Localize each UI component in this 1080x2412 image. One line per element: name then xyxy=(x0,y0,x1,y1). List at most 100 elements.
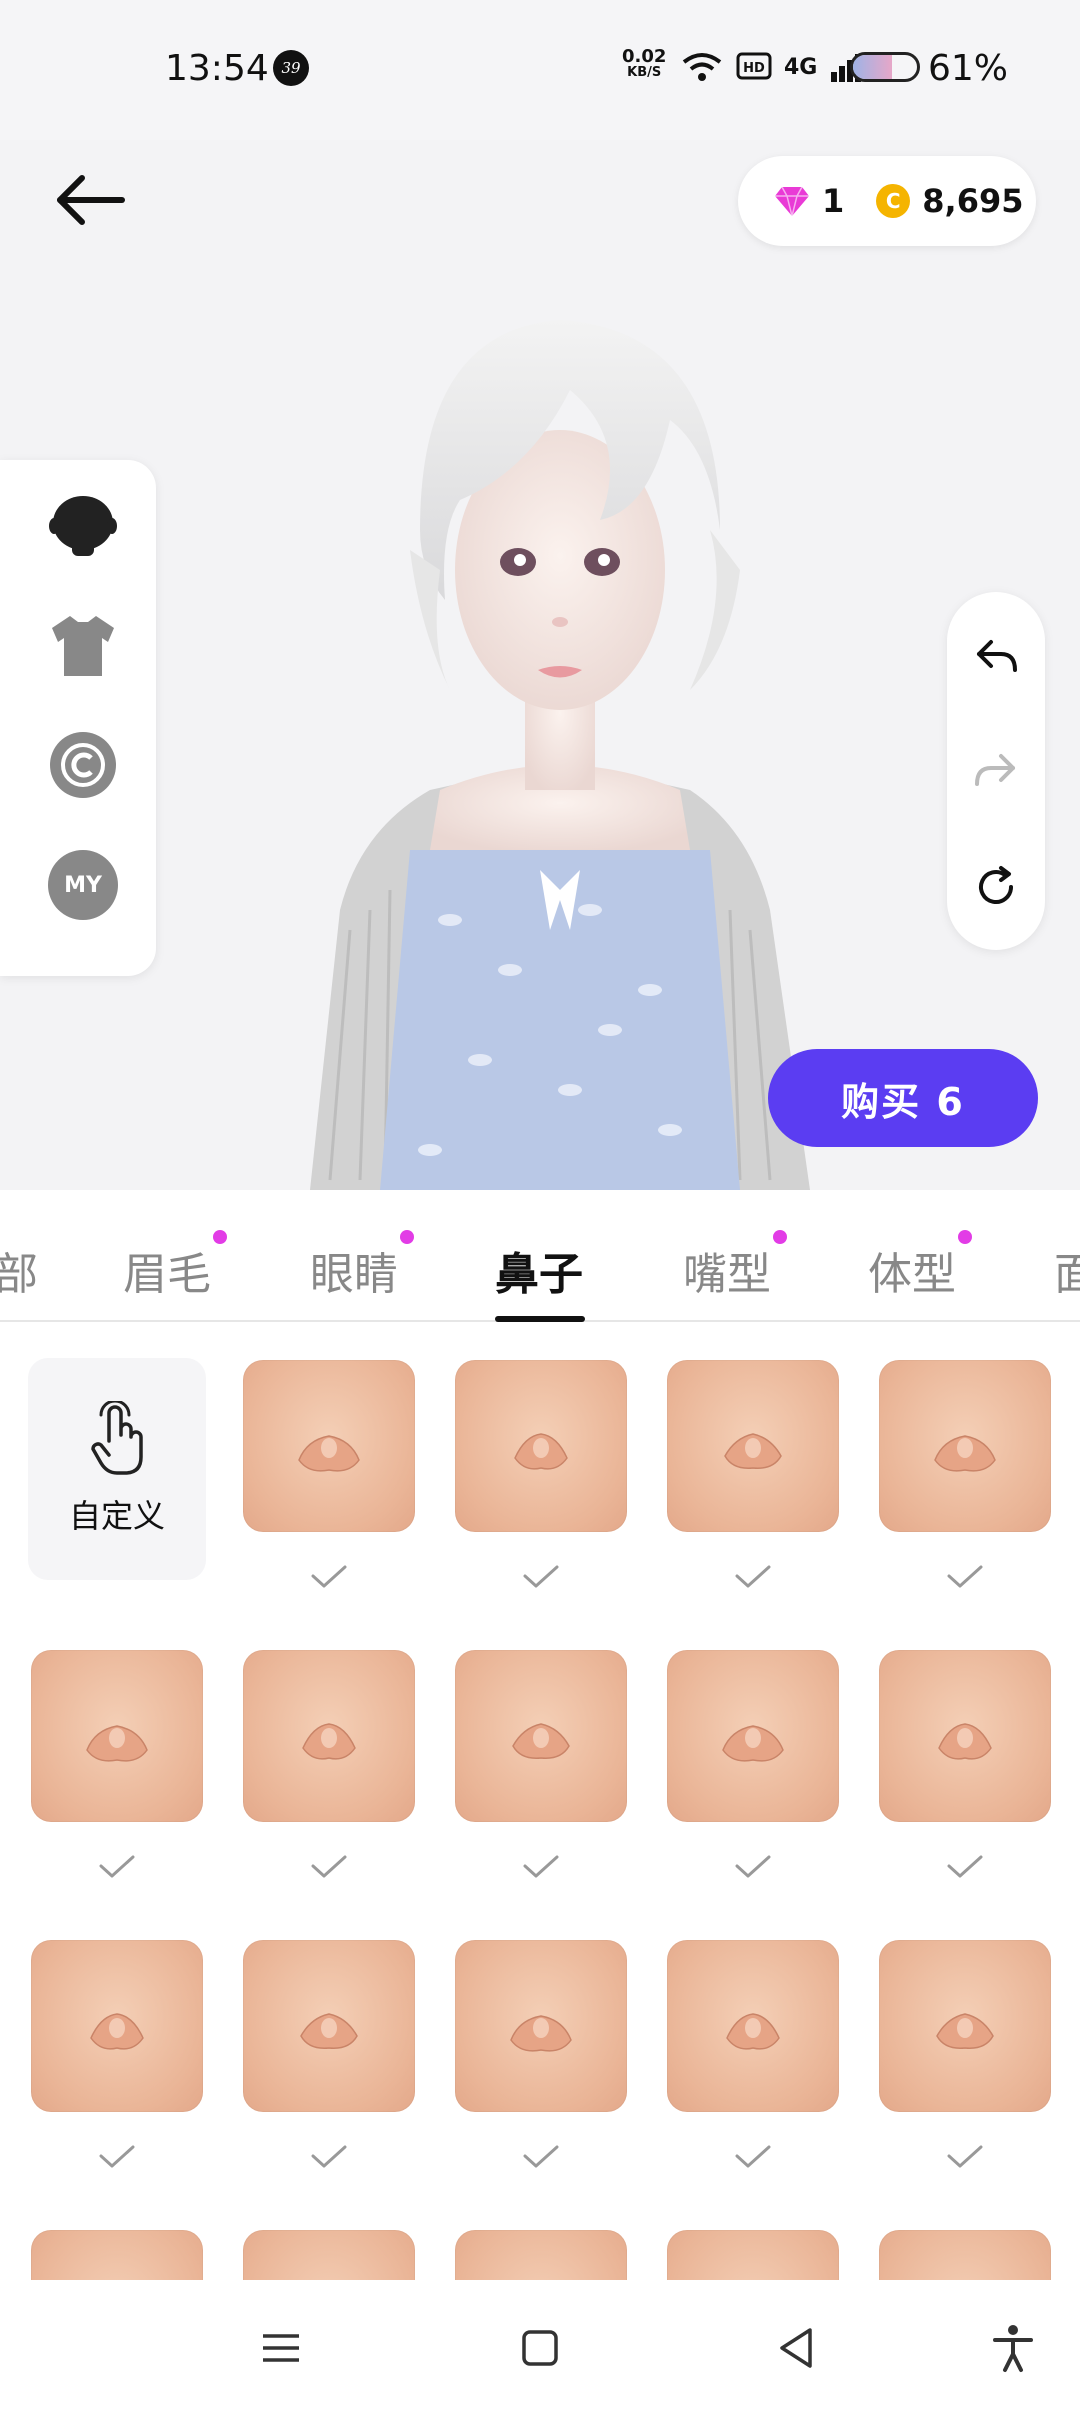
coin-count: 8,695 xyxy=(922,182,1024,220)
avatar-stage[interactable]: MY 购买 6 xyxy=(0,140,1080,1190)
check-icon xyxy=(99,2145,135,2168)
tab-mouth[interactable]: 嘴型 xyxy=(683,1230,787,1302)
nose-thumbnail-icon xyxy=(90,2013,144,2050)
battery-percent: 61% xyxy=(928,48,1009,89)
category-side-menu: MY xyxy=(0,460,156,976)
gem-icon xyxy=(775,186,809,217)
currency-balance[interactable]: 1 C 8,695 xyxy=(738,156,1036,246)
nose-thumbnail-icon xyxy=(726,2013,780,2050)
nose-thumbnail-icon xyxy=(936,2013,994,2049)
check-icon xyxy=(311,2145,347,2168)
tab-body[interactable]: 体型 xyxy=(868,1230,972,1302)
notification-badge: 39 xyxy=(273,50,309,86)
check-icon xyxy=(735,2145,771,2168)
category-tabs: 部 眉毛 眼睛 鼻子 嘴型 体型 面 xyxy=(0,1190,1080,1322)
check-icon xyxy=(311,1565,347,1588)
custom-label: 自定义 xyxy=(68,1497,165,1535)
gem-count: 1 xyxy=(822,182,845,220)
check-icon xyxy=(947,1565,983,1588)
nose-option[interactable] xyxy=(879,1360,1051,1532)
check-icon xyxy=(735,1565,771,1588)
check-icon xyxy=(523,1565,559,1588)
tab-partial-right[interactable]: 面 xyxy=(1054,1238,1080,1302)
side-item-my[interactable]: MY xyxy=(48,850,118,920)
buy-button[interactable]: 购买 6 xyxy=(768,1049,1038,1147)
nose-option[interactable] xyxy=(667,1650,839,1822)
nose-option[interactable] xyxy=(879,1650,1051,1822)
head-icon xyxy=(49,496,117,556)
nose-option[interactable] xyxy=(243,1940,415,2112)
battery-icon xyxy=(850,52,920,82)
redo-icon[interactable] xyxy=(971,746,1021,796)
nose-option[interactable] xyxy=(879,2230,1051,2280)
shirt-icon xyxy=(52,616,114,676)
svg-text:HD: HD xyxy=(743,61,765,76)
accessibility-icon[interactable] xyxy=(985,2320,1041,2376)
nose-thumbnail-icon xyxy=(300,2013,358,2049)
copyright-icon xyxy=(50,732,116,798)
back-nav-icon[interactable] xyxy=(770,2320,826,2376)
network-speed: 0.02 KB/S xyxy=(622,48,666,80)
check-icon xyxy=(311,1855,347,1878)
nose-option[interactable] xyxy=(667,1940,839,2112)
nose-option[interactable] xyxy=(667,2230,839,2280)
hand-pointer-icon xyxy=(91,1401,143,1475)
nose-thumbnail-icon xyxy=(302,1723,356,1760)
back-arrow-icon[interactable] xyxy=(50,160,130,240)
nose-option[interactable] xyxy=(243,1650,415,1822)
nose-option[interactable] xyxy=(667,1360,839,1532)
undo-icon[interactable] xyxy=(971,632,1021,682)
tab-label: 鼻子 xyxy=(495,1249,583,1300)
edit-tools xyxy=(947,592,1045,950)
system-nav-bar xyxy=(0,2280,1080,2412)
nose-thumbnail-icon xyxy=(724,1433,782,1469)
nose-thumbnail-icon xyxy=(722,1725,784,1762)
tab-label: 嘴型 xyxy=(683,1249,771,1300)
coin-icon: C xyxy=(876,184,911,218)
tab-label: 眼睛 xyxy=(310,1249,398,1300)
check-icon xyxy=(99,1855,135,1878)
menu-icon[interactable] xyxy=(253,2320,309,2376)
nose-option[interactable] xyxy=(455,1360,627,1532)
network-speed-unit: KB/S xyxy=(627,65,662,80)
side-item-copyright[interactable] xyxy=(48,730,118,800)
nose-option[interactable] xyxy=(879,1940,1051,2112)
tab-label: 眉毛 xyxy=(123,1249,211,1300)
nose-option[interactable] xyxy=(31,1650,203,1822)
check-icon xyxy=(947,2145,983,2168)
custom-option[interactable]: 自定义 xyxy=(28,1358,206,1580)
side-item-head[interactable] xyxy=(48,490,118,560)
nose-option[interactable] xyxy=(243,1360,415,1532)
nose-option[interactable] xyxy=(455,1650,627,1822)
new-dot xyxy=(773,1230,787,1244)
tab-eyebrows[interactable]: 眉毛 xyxy=(123,1230,227,1302)
nose-thumbnail-icon xyxy=(514,1433,568,1470)
status-bar: 13:54 39 0.02 KB/S HD 4G 61% xyxy=(0,0,1080,140)
nose-options-grid: 自定义 xyxy=(0,1322,1080,2280)
avatar-figure[interactable] xyxy=(270,270,850,1190)
network-type: 4G xyxy=(784,54,818,80)
nose-option[interactable] xyxy=(31,1940,203,2112)
battery-fill xyxy=(853,55,893,79)
nose-option[interactable] xyxy=(31,2230,203,2280)
tab-nose[interactable]: 鼻子 xyxy=(495,1238,583,1302)
tab-eyes[interactable]: 眼睛 xyxy=(310,1230,414,1302)
reset-icon[interactable] xyxy=(971,862,1021,912)
my-icon-label: MY xyxy=(64,872,102,898)
new-dot xyxy=(213,1230,227,1244)
hd-icon: HD xyxy=(736,52,772,80)
nose-option[interactable] xyxy=(455,2230,627,2280)
home-icon[interactable] xyxy=(512,2320,568,2376)
tab-partial-left[interactable]: 部 xyxy=(0,1238,38,1302)
new-dot xyxy=(958,1230,972,1244)
nose-option[interactable] xyxy=(243,2230,415,2280)
nose-option[interactable] xyxy=(455,1940,627,2112)
tab-label: 面 xyxy=(1054,1249,1080,1300)
side-item-clothing[interactable] xyxy=(48,610,118,680)
new-dot xyxy=(400,1230,414,1244)
check-icon xyxy=(735,1855,771,1878)
nose-thumbnail-icon xyxy=(512,1723,570,1759)
nose-thumbnail-icon xyxy=(86,1725,148,1762)
status-icons: HD 4G xyxy=(680,50,863,84)
my-icon: MY xyxy=(48,850,118,920)
